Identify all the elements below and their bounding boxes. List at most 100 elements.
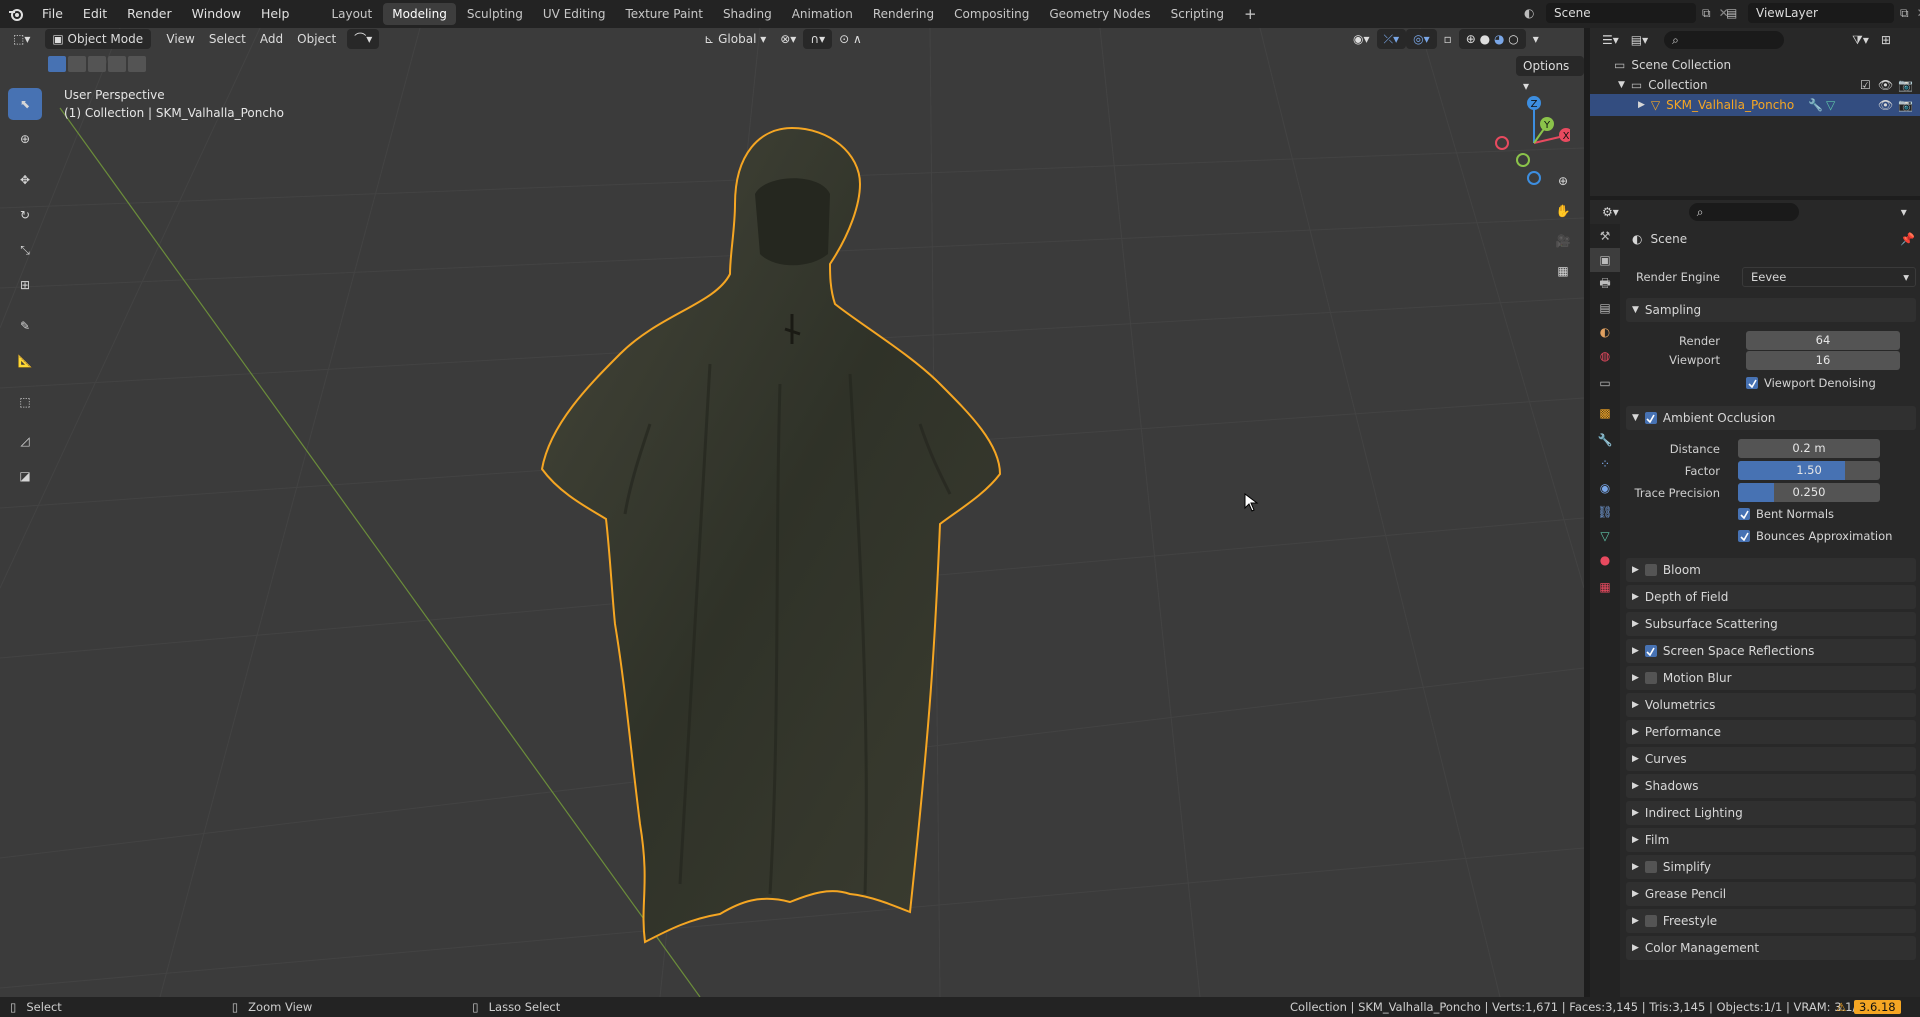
panel-performance[interactable]: ▶ Performance [1626,720,1916,744]
select-extend-icon[interactable] [68,56,86,72]
tab-rendering[interactable]: Rendering [864,3,943,25]
menu-add[interactable]: Add [253,29,290,49]
tab-sculpting[interactable]: Sculpting [458,3,532,25]
panel-sampling[interactable]: ▼ Sampling [1626,298,1916,322]
panel-color-management[interactable]: ▶ Color Management [1626,936,1916,960]
select-box-tool[interactable]: ⬉ [8,88,42,120]
tool-settings-tab-icon[interactable]: ⚒ [1590,224,1620,248]
panel-volumetrics[interactable]: ▶ Volumetrics [1626,693,1916,717]
filter-icon[interactable]: ⧩▾ [1852,33,1869,48]
gpencil-toggle-button[interactable]: ⌒▾ [347,29,380,49]
pivot-dropdown[interactable]: ⊗▾ [773,29,803,49]
panel-indirect-lighting[interactable]: ▶ Indirect Lighting [1626,801,1916,825]
viewport-samples-field[interactable]: 16 [1746,351,1900,370]
mode-dropdown[interactable]: ▣ Object Mode ▾ [45,29,152,66]
panel-freestyle[interactable]: ▶ Freestyle [1626,909,1916,933]
outliner-row-scene-collection[interactable]: ▭ Scene Collection [1590,54,1920,76]
tab-scripting[interactable]: Scripting [1162,3,1233,25]
viewport-denoising-checkbox[interactable]: Viewport Denoising [1746,376,1876,390]
panel-bloom[interactable]: ▶ Bloom [1626,558,1916,582]
scene-name-field[interactable]: Scene [1546,3,1696,23]
cursor-tool[interactable]: ⊕ [8,123,42,155]
visibility-eye-icon[interactable]: 👁 [1878,78,1893,92]
output-tab-icon[interactable]: 🖶 [1590,272,1620,296]
ao-trace-slider[interactable]: 0.250 [1738,483,1880,502]
display-mode-icon[interactable]: ▤▾ [1631,33,1648,47]
panel-motion-blur[interactable]: ▶ Motion Blur [1626,666,1916,690]
move-tool[interactable]: ✥ [8,164,42,196]
orientation-dropdown[interactable]: ⊾ Global ▾ [697,29,773,49]
menu-render[interactable]: Render [117,0,182,28]
select-subtract-icon[interactable] [88,56,106,72]
menu-view[interactable]: View [159,29,201,49]
panel-depth-of-field[interactable]: ▶ Depth of Field [1626,585,1916,609]
properties-search-input[interactable]: ⌕ [1688,203,1799,221]
editor-type-button[interactable]: ⬚▾ [6,29,37,49]
render-samples-field[interactable]: 64 [1746,331,1900,350]
tab-texture-paint[interactable]: Texture Paint [617,3,712,25]
constraints-tab-icon[interactable]: ⛓ [1590,500,1620,524]
outliner-row-object[interactable]: ▶ ▽ SKM_Valhalla_Poncho 🔧 ▽ 👁 📷 [1590,94,1920,116]
blender-logo-icon[interactable] [0,0,32,28]
menu-window[interactable]: Window [182,0,251,28]
texture-tab-icon[interactable]: ▦ [1590,572,1620,602]
menu-edit[interactable]: Edit [73,0,117,28]
menu-select[interactable]: Select [202,29,253,49]
tab-layout[interactable]: Layout [322,3,381,25]
panel-shadows[interactable]: ▶ Shadows [1626,774,1916,798]
checkbox-checked-icon[interactable] [1644,645,1657,657]
modifier-wrench-icon[interactable]: 🔧 [1808,98,1823,112]
panel-grease-pencil[interactable]: ▶ Grease Pencil [1626,882,1916,906]
pan-hand-icon[interactable]: ✋ [1550,198,1576,224]
ao-factor-slider[interactable]: 1.50 [1738,461,1880,480]
view-layer-selector[interactable]: ▤ ViewLayer ⧉ ✕ [1726,3,1920,23]
mesh-data-icon[interactable]: ▽ [1826,98,1835,112]
panel-simplify[interactable]: ▶ Simplify [1626,855,1916,879]
particles-tab-icon[interactable]: ⁘ [1590,452,1620,476]
render-tab-icon[interactable]: ▣ [1590,248,1620,272]
panel-subsurface-scattering[interactable]: ▶ Subsurface Scattering [1626,612,1916,636]
render-camera-icon[interactable]: 📷 [1898,98,1913,112]
add-cube-tool[interactable]: ⬚ [8,386,42,418]
perspective-toggle-icon[interactable]: ▦ [1550,258,1576,284]
view-layer-tab-icon[interactable]: ▤ [1590,296,1620,320]
ao-distance-field[interactable]: 0.2 m [1738,439,1880,458]
outliner-search-input[interactable]: ⌕ [1664,31,1785,49]
image-tool[interactable]: ◪ [8,460,42,492]
panel-ambient-occlusion[interactable]: ▼ Ambient Occlusion [1626,406,1916,430]
expand-arrow-icon[interactable]: ▼ [1618,80,1625,90]
world-tab-icon[interactable]: ◍ [1590,344,1620,368]
checkbox-unchecked-icon[interactable] [1644,672,1657,684]
snap-toggle[interactable]: ∩▾ [803,29,833,49]
bent-normals-checkbox[interactable]: Bent Normals [1738,507,1834,521]
visibility-icon[interactable]: ◉▾ [1346,29,1377,49]
scale-tool[interactable]: ⤡ [8,234,42,266]
tab-shading[interactable]: Shading [714,3,781,25]
warning-icon[interactable]: ⚠ [1836,1000,1846,1014]
modifier-tab-icon[interactable]: 🔧 [1590,428,1620,452]
shading-options-icon[interactable]: ▾ [1526,29,1546,49]
proportional-edit-toggle[interactable]: ⊙ ∧ [832,29,869,49]
panel-screen-space-reflections[interactable]: ▶ Screen Space Reflections [1626,639,1916,663]
checkbox-unchecked-icon[interactable] [1644,915,1657,927]
physics-tab-icon[interactable]: ◉ [1590,476,1620,500]
menu-file[interactable]: File [32,0,73,28]
neg-z-axis-handle[interactable] [1527,171,1541,185]
outliner-row-collection[interactable]: ▼ ▭ Collection ☑ 👁 📷 [1590,74,1920,96]
rendered-shading-icon[interactable]: ○ [1508,32,1518,46]
checkbox-unchecked-icon[interactable] [1644,564,1657,576]
gizmo-toggle-icon[interactable]: ⤫▾ [1376,29,1407,49]
chevron-down-icon[interactable]: ▾ [1901,205,1907,219]
render-engine-dropdown[interactable]: Eevee ▾ [1742,267,1916,287]
poncho-mesh[interactable] [530,124,1050,954]
new-scene-icon[interactable]: ⧉ [1702,6,1711,21]
shading-modes[interactable]: ⊕ ● ◕ ○ [1458,29,1526,49]
add-workspace-button[interactable]: + [1235,3,1266,25]
wireframe-shading-icon[interactable]: ⊕ [1466,32,1476,46]
xray-toggle-icon[interactable]: ▫ [1437,29,1459,49]
bounces-approximation-checkbox[interactable]: Bounces Approximation [1738,529,1892,543]
checkbox-checked-icon[interactable] [1644,412,1657,424]
rotate-tool[interactable]: ↻ [8,199,42,231]
checkbox-unchecked-icon[interactable] [1644,861,1657,873]
measure-tool[interactable]: 📐 [8,345,42,377]
